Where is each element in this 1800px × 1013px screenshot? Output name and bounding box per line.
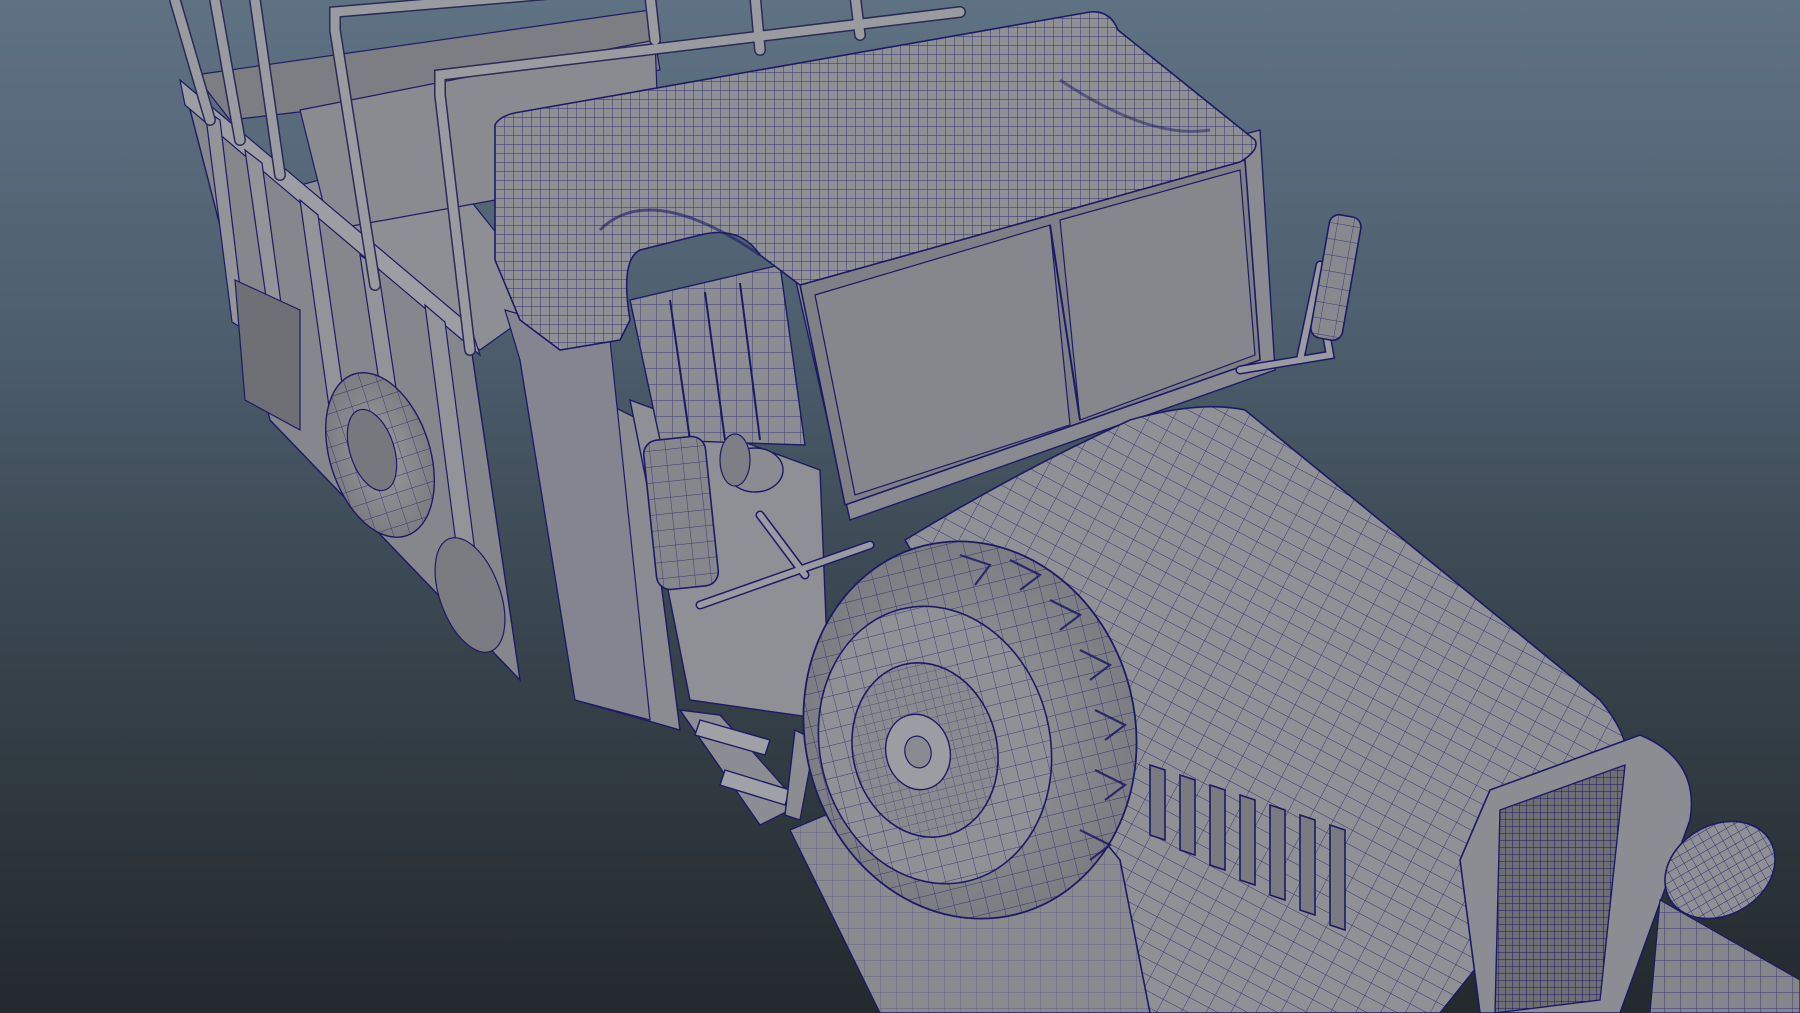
- truck-model-render[interactable]: [0, 0, 1800, 1013]
- side-window: [629, 264, 806, 446]
- 3d-viewport[interactable]: [0, 0, 1800, 1013]
- step-ladder: [678, 709, 816, 826]
